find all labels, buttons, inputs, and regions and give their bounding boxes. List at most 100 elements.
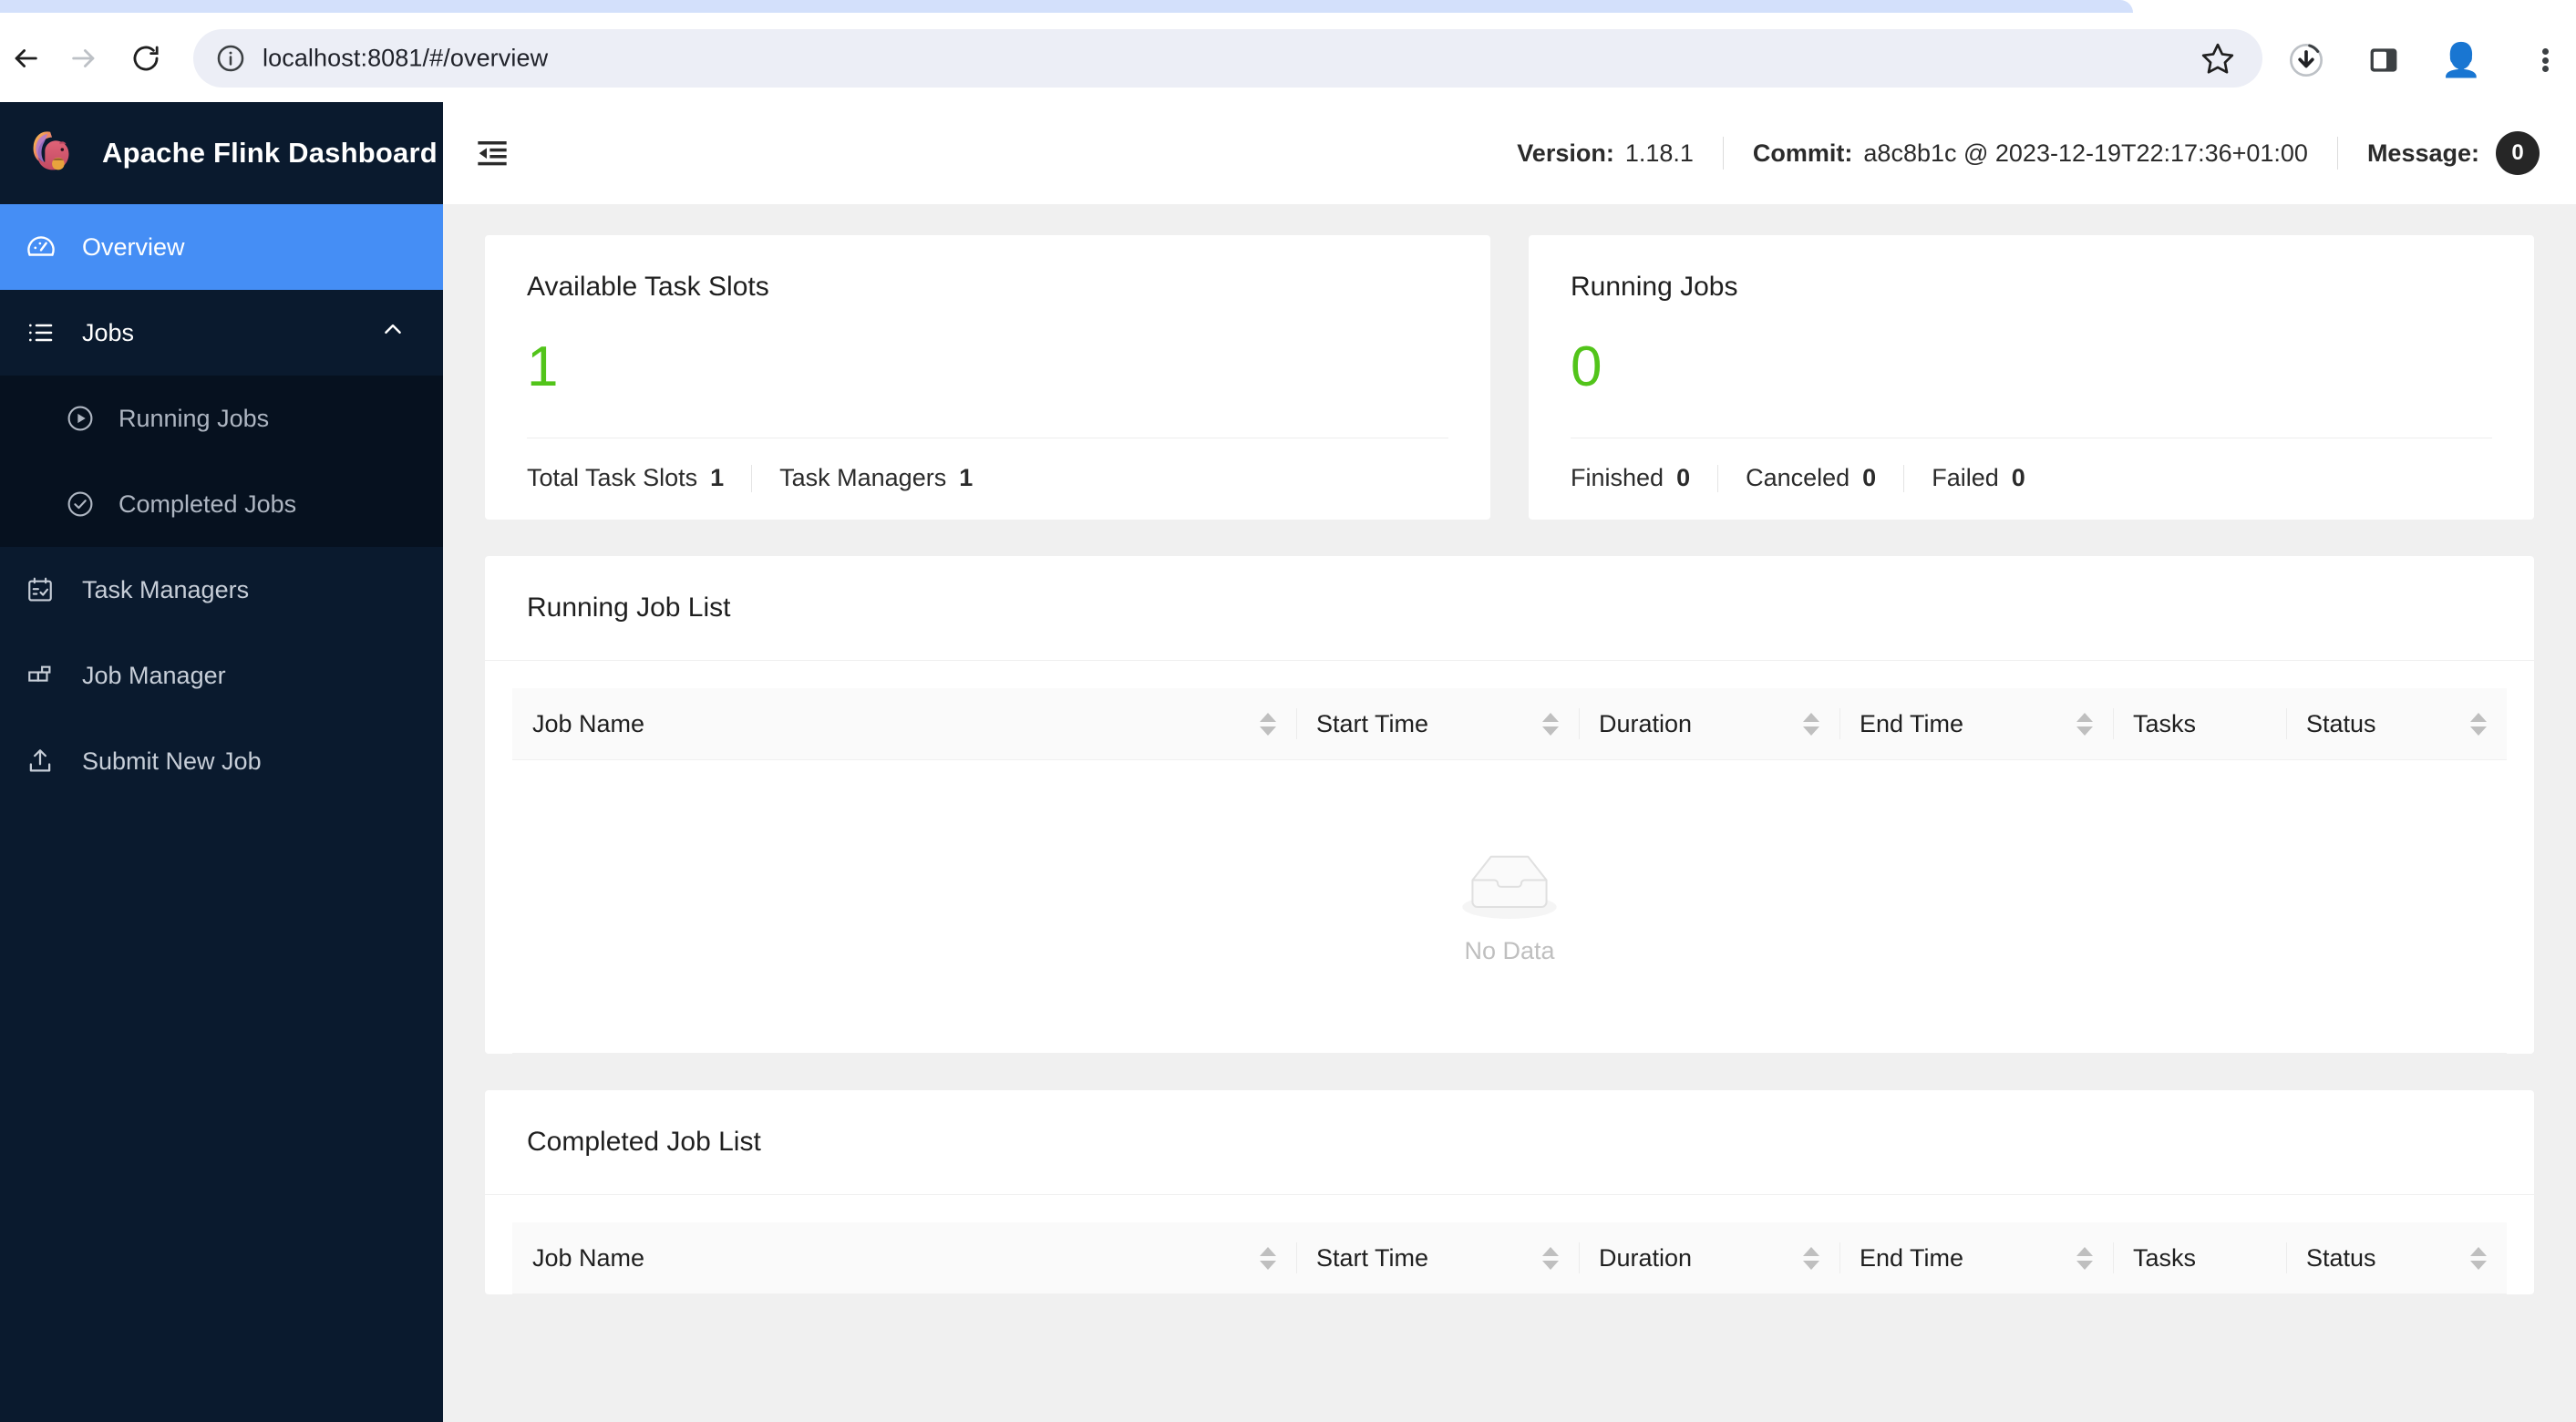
card-footer-stats: Finished 0 Canceled 0 Failed 0 xyxy=(1571,464,2492,492)
column-header-duration[interactable]: Duration xyxy=(1579,688,1839,759)
column-header-tasks: Tasks xyxy=(2113,1222,2286,1293)
play-circle-icon xyxy=(66,404,100,433)
flink-squirrel-logo xyxy=(33,131,69,170)
sort-toggle[interactable] xyxy=(1803,1246,1819,1270)
address-bar[interactable]: localhost:8081/#/overview xyxy=(193,29,2262,88)
column-header-job-name[interactable]: Job Name xyxy=(512,688,1296,759)
sidebar-item-label: Job Manager xyxy=(82,661,226,689)
total-task-slots-label: Total Task Slots xyxy=(527,464,698,491)
sidebar-brand-title: Apache Flink Dashboard xyxy=(102,137,438,169)
divider xyxy=(1722,137,1724,170)
card-title: Available Task Slots xyxy=(527,272,769,302)
menu-fold-icon xyxy=(478,141,507,166)
reload-button[interactable] xyxy=(128,40,164,77)
sort-toggle[interactable] xyxy=(1542,712,1559,736)
column-label: Job Name xyxy=(532,709,645,737)
completed-job-list-title: Completed Job List xyxy=(485,1090,2534,1195)
message-count-badge[interactable]: 0 xyxy=(2496,131,2540,175)
sidebar-item-job-manager[interactable]: Job Manager xyxy=(0,633,443,718)
sidebar-item-submit-new-job[interactable]: Submit New Job xyxy=(0,718,443,804)
column-label: Tasks xyxy=(2133,1243,2197,1272)
table-header-row: Job Name Start Time Duration End Time Ta… xyxy=(512,688,2507,760)
sort-toggle[interactable] xyxy=(1260,1246,1276,1270)
finished-label: Finished xyxy=(1571,464,1664,491)
divider xyxy=(1717,464,1719,492)
sort-toggle[interactable] xyxy=(2076,712,2093,736)
sidebar-item-label: Task Managers xyxy=(82,575,250,603)
column-header-end-time[interactable]: End Time xyxy=(1839,1222,2113,1293)
arrow-left-icon xyxy=(15,49,37,67)
total-task-slots-value: 1 xyxy=(710,464,725,491)
table-header-row: Job Name Start Time Duration End Time Ta… xyxy=(512,1222,2507,1294)
check-circle-icon xyxy=(66,489,100,519)
blocks-icon xyxy=(26,661,62,690)
sort-toggle[interactable] xyxy=(2470,712,2487,736)
sidebar-collapse-button[interactable] xyxy=(470,131,514,175)
column-label: End Time xyxy=(1860,1243,1964,1272)
content-area: Available Task Slots 1 Total Task Slots … xyxy=(443,204,2576,1294)
sort-toggle[interactable] xyxy=(1542,1246,1559,1270)
star-icon[interactable] xyxy=(2200,41,2235,76)
sort-toggle[interactable] xyxy=(1803,712,1819,736)
column-label: Duration xyxy=(1599,1243,1693,1272)
task-managers-label: Task Managers xyxy=(779,464,947,491)
sidebar-item-overview[interactable]: Overview xyxy=(0,204,443,290)
arrow-right-icon xyxy=(72,49,95,67)
column-label: Tasks xyxy=(2133,709,2197,737)
app-topbar: Version: 1.18.1 Commit: a8c8b1c @ 2023-1… xyxy=(443,102,2576,204)
side-panel-icon xyxy=(2370,48,2397,72)
running-job-list-card: Running Job List Job Name Start Time Dur… xyxy=(485,556,2534,1054)
profile-button[interactable]: 👤 xyxy=(2441,42,2482,78)
column-label: End Time xyxy=(1860,709,1964,737)
sidebar-item-label: Submit New Job xyxy=(82,747,262,775)
sidebar-item-running-jobs[interactable]: Running Jobs xyxy=(0,376,443,461)
side-panel-button[interactable] xyxy=(2365,42,2402,78)
sidebar-item-label: Running Jobs xyxy=(118,404,270,432)
browser-tab-active[interactable] xyxy=(0,0,2133,13)
column-header-status[interactable]: Status xyxy=(2286,1222,2507,1293)
sidebar-item-task-managers[interactable]: Task Managers xyxy=(0,547,443,633)
chevron-up-icon[interactable] xyxy=(381,318,405,348)
commit-label: Commit: xyxy=(1752,139,1853,167)
chrome-menu-button[interactable] xyxy=(2527,42,2563,78)
column-header-start-time[interactable]: Start Time xyxy=(1296,1222,1579,1293)
sort-toggle[interactable] xyxy=(2076,1246,2093,1270)
back-button[interactable] xyxy=(7,40,44,77)
column-header-tasks: Tasks xyxy=(2113,688,2286,759)
sidebar-brand[interactable]: Apache Flink Dashboard xyxy=(0,102,443,204)
address-bar-url[interactable]: localhost:8081/#/overview xyxy=(263,45,548,73)
column-label: Status xyxy=(2306,1243,2376,1272)
browser-toolbar: localhost:8081/#/overview 👤 xyxy=(0,13,2576,102)
column-label: Duration xyxy=(1599,709,1693,737)
forward-button[interactable] xyxy=(66,40,102,77)
download-icon xyxy=(2290,44,2323,77)
column-header-end-time[interactable]: End Time xyxy=(1839,688,2113,759)
card-footer-stats: Total Task Slots 1 Task Managers 1 xyxy=(527,464,1448,492)
empty-box-icon xyxy=(1462,855,1557,919)
completed-job-list-card: Completed Job List Job Name Start Time D… xyxy=(485,1090,2534,1294)
column-header-start-time[interactable]: Start Time xyxy=(1296,688,1579,759)
card-title: Running Jobs xyxy=(1571,272,1738,302)
finished-value: 0 xyxy=(1676,464,1691,491)
canceled-label: Canceled xyxy=(1746,464,1850,491)
sidebar-submenu-jobs: Running Jobs Completed Jobs xyxy=(0,376,443,547)
divider xyxy=(2336,137,2338,170)
available-task-slots-value: 1 xyxy=(527,335,559,398)
sidebar-item-completed-jobs[interactable]: Completed Jobs xyxy=(0,461,443,547)
downloads-button[interactable] xyxy=(2288,42,2324,78)
schedule-check-icon xyxy=(26,575,62,604)
sort-toggle[interactable] xyxy=(2470,1246,2487,1270)
column-header-status[interactable]: Status xyxy=(2286,688,2507,759)
topbar-info: Version: 1.18.1 Commit: a8c8b1c @ 2023-1… xyxy=(1517,131,2540,175)
running-job-list-title: Running Job List xyxy=(485,556,2534,661)
failed-value: 0 xyxy=(2011,464,2025,491)
info-circle-icon[interactable] xyxy=(215,43,246,74)
column-header-duration[interactable]: Duration xyxy=(1579,1222,1839,1293)
task-managers-value: 1 xyxy=(959,464,974,491)
browser-chrome: localhost:8081/#/overview 👤 xyxy=(0,0,2576,102)
sort-toggle[interactable] xyxy=(1260,712,1276,736)
sidebar: Apache Flink Dashboard Overview Jobs Run… xyxy=(0,102,443,1422)
column-header-job-name[interactable]: Job Name xyxy=(512,1222,1296,1293)
version-value: 1.18.1 xyxy=(1624,139,1694,167)
sidebar-item-jobs[interactable]: Jobs xyxy=(0,290,443,376)
